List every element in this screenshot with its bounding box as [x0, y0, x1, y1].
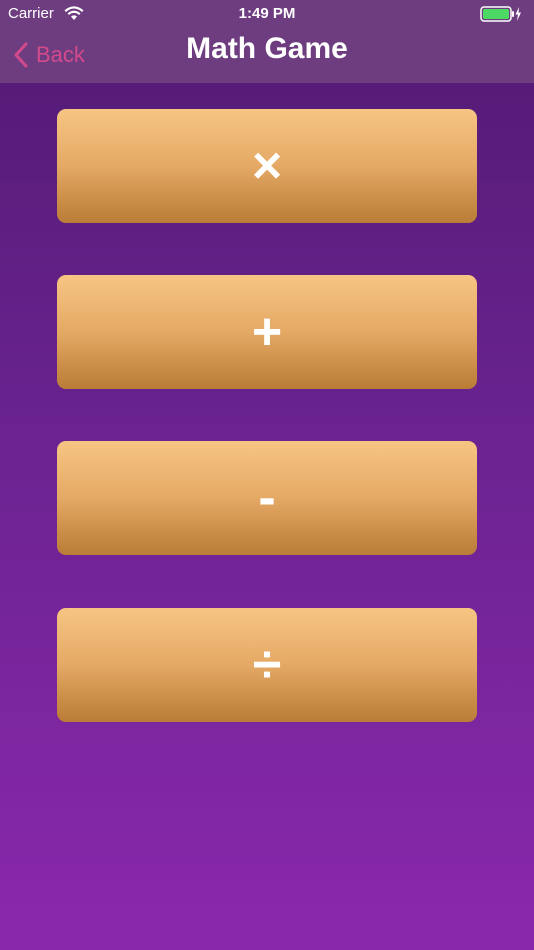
subtract-button[interactable]: -: [57, 441, 477, 555]
page-title: Math Game: [186, 32, 348, 65]
battery-icon: [480, 6, 522, 26]
multiply-button[interactable]: ×: [57, 109, 477, 223]
add-button[interactable]: +: [57, 275, 477, 389]
navigation-bar: Back Math Game: [0, 28, 534, 83]
status-bar: Carrier 1:49 PM: [0, 0, 534, 28]
clock: 1:49 PM: [238, 5, 296, 22]
divide-button[interactable]: ÷: [57, 608, 477, 722]
